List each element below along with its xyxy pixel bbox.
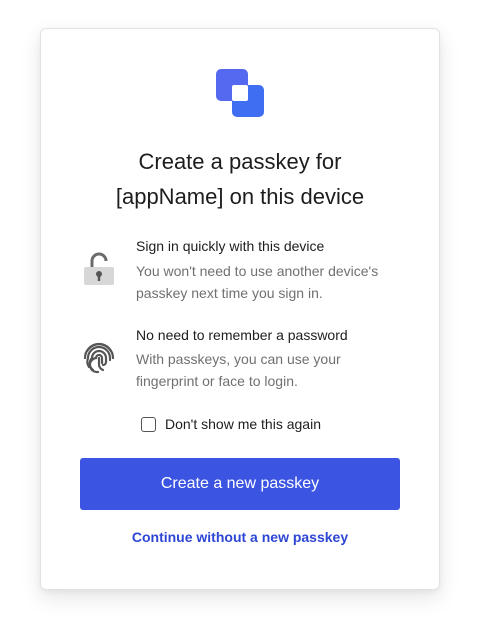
dont-show-again-checkbox[interactable] — [141, 416, 156, 432]
feature-title-quick-signin: Sign in quickly with this device — [136, 238, 325, 254]
feature-desc-no-password-line-2: fingerprint or face to login. — [136, 373, 298, 389]
dont-show-again-label[interactable]: Don't show me this again — [165, 416, 321, 432]
app-logo-icon — [216, 69, 264, 117]
feature-desc-no-password-line-1: With passkeys, you can use your — [136, 351, 341, 367]
dont-show-again-row[interactable]: Don't show me this again — [141, 414, 321, 434]
feature-desc-quick-signin-line-2: passkey next time you sign in. — [136, 285, 323, 301]
dialog-title-line-2: [appName] on this device — [115, 184, 365, 209]
create-passkey-button[interactable]: Create a new passkey — [80, 458, 400, 510]
fingerprint-icon — [83, 342, 115, 374]
continue-without-passkey-link[interactable]: Continue without a new passkey — [41, 529, 439, 545]
feature-title-no-password: No need to remember a password — [136, 327, 348, 343]
feature-desc-quick-signin-line-1: You won't need to use another device's — [136, 263, 379, 279]
unlocked-padlock-icon — [84, 252, 114, 285]
passkey-dialog: Create a passkey for [appName] on this d… — [40, 28, 440, 590]
dialog-title-line-1: Create a passkey for — [138, 149, 342, 174]
